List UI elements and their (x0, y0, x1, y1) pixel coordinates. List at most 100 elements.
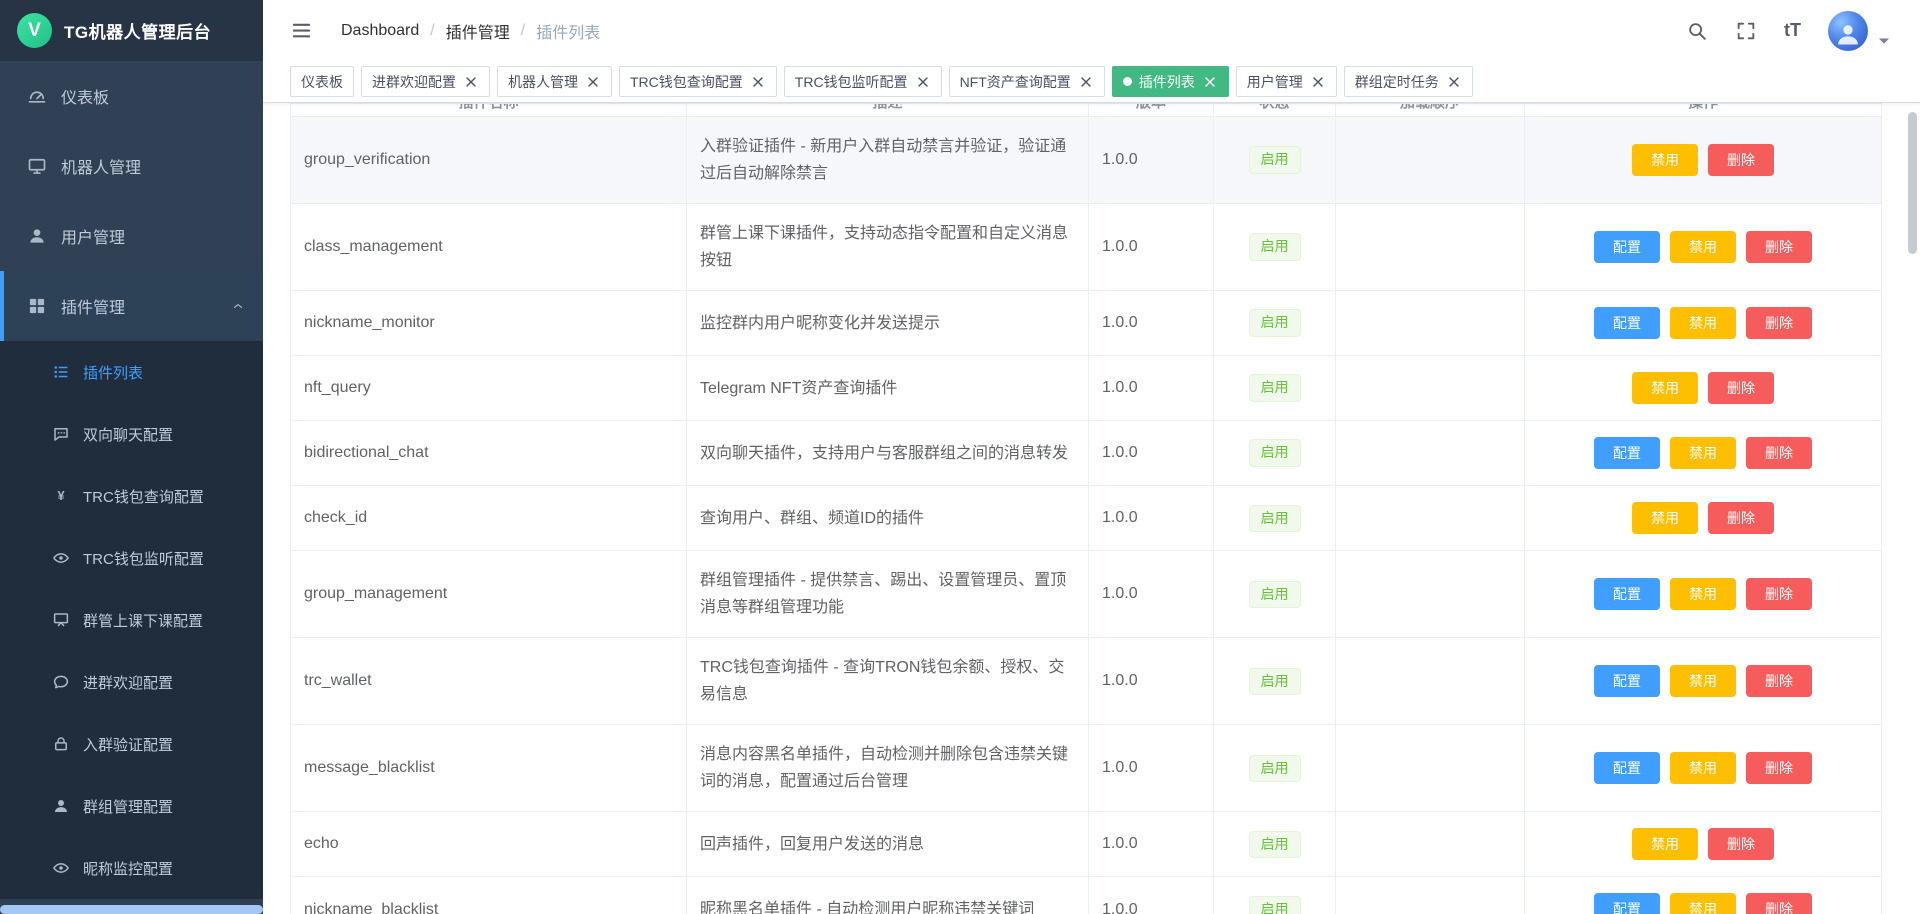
delete-button[interactable]: 删除 (1746, 578, 1812, 610)
disable-button[interactable]: 禁用 (1670, 437, 1736, 469)
sidebar-subitem-nickname-monitor-config[interactable]: 昵称监控配置 (0, 837, 263, 899)
plugin-order-cell (1336, 551, 1525, 638)
delete-button[interactable]: 删除 (1746, 437, 1812, 469)
app-logo[interactable]: V TG机器人管理后台 (0, 0, 263, 61)
sidebar-subitem-trc-wallet-monitor-config[interactable]: TRC钱包监听配置 (0, 527, 263, 589)
tab-nft-query-config[interactable]: NFT资产查询配置 (949, 66, 1105, 97)
sidebar: V TG机器人管理后台 仪表板机器人管理用户管理插件管理插件列表双向聊天配置¥T… (0, 0, 263, 914)
tab-welcome-config[interactable]: 进群欢迎配置 (361, 66, 490, 97)
plugin-order-cell (1336, 421, 1525, 486)
disable-button[interactable]: 禁用 (1670, 307, 1736, 339)
plugin-status-cell: 启用 (1214, 725, 1336, 812)
table-row-check_id: check_id查询用户、群组、频道ID的插件1.0.0启用禁用删除 (291, 486, 1882, 551)
status-badge: 启用 (1249, 755, 1301, 783)
sidebar-item-dashboard[interactable]: 仪表板 (0, 61, 263, 131)
close-icon[interactable] (750, 74, 766, 90)
plugin-actions-cell: 禁用删除 (1525, 117, 1882, 204)
tab-user-management[interactable]: 用户管理 (1236, 66, 1337, 97)
tab-trc-wallet-query-config[interactable]: TRC钱包查询配置 (619, 66, 777, 97)
board-icon (52, 611, 70, 629)
hamburger-icon[interactable] (290, 19, 313, 42)
configure-button[interactable]: 配置 (1594, 231, 1660, 263)
close-icon[interactable] (1446, 74, 1462, 90)
delete-button[interactable]: 删除 (1746, 231, 1812, 263)
disable-button[interactable]: 禁用 (1670, 578, 1736, 610)
sidebar-scrollbar-thumb[interactable] (0, 905, 263, 914)
table-row-bidirectional_chat: bidirectional_chat双向聊天插件，支持用户与客服群组之间的消息转… (291, 421, 1882, 486)
close-icon[interactable] (1078, 74, 1094, 90)
tab-robot-management[interactable]: 机器人管理 (497, 66, 612, 97)
delete-button[interactable]: 删除 (1746, 752, 1812, 784)
breadcrumb-item[interactable]: 插件管理 (446, 19, 510, 43)
font-size-icon[interactable]: tT (1784, 20, 1801, 41)
status-badge: 启用 (1249, 309, 1301, 337)
tab-label: 群组定时任务 (1355, 72, 1439, 92)
delete-button[interactable]: 删除 (1708, 144, 1774, 176)
disable-button[interactable]: 禁用 (1632, 502, 1698, 534)
plugin-desc-cell: 群组管理插件 - 提供禁言、踢出、设置管理员、置顶消息等群组管理功能 (687, 551, 1089, 638)
tab-group-cron[interactable]: 群组定时任务 (1344, 66, 1473, 97)
tab-dashboard[interactable]: 仪表板 (290, 66, 354, 97)
tab-trc-wallet-monitor-config[interactable]: TRC钱包监听配置 (784, 66, 942, 97)
delete-button[interactable]: 删除 (1746, 665, 1812, 697)
status-badge: 启用 (1249, 374, 1301, 402)
tab-label: 进群欢迎配置 (372, 72, 456, 92)
configure-button[interactable]: 配置 (1594, 893, 1660, 914)
delete-button[interactable]: 删除 (1746, 893, 1812, 914)
sidebar-subitem-class-management-config[interactable]: 群管上课下课配置 (0, 589, 263, 651)
sidebar-item-user-management[interactable]: 用户管理 (0, 201, 263, 271)
disable-button[interactable]: 禁用 (1632, 144, 1698, 176)
chevron-down-icon[interactable] (1878, 37, 1890, 46)
breadcrumb-separator: / (521, 22, 525, 40)
disable-button[interactable]: 禁用 (1670, 752, 1736, 784)
table-row-nft_query: nft_queryTelegram NFT资产查询插件1.0.0启用禁用删除 (291, 356, 1882, 421)
user-menu[interactable] (1828, 11, 1890, 51)
close-icon[interactable] (915, 74, 931, 90)
plugin-version-cell: 1.0.0 (1089, 291, 1214, 356)
plugin-table: 插件名称描述版本状态加载顺序操作group_verification入群验证插件… (290, 103, 1882, 914)
plugin-order-cell (1336, 486, 1525, 551)
sidebar-subitem-verification-config[interactable]: 入群验证配置 (0, 713, 263, 775)
bubble-icon (52, 673, 70, 691)
configure-button[interactable]: 配置 (1594, 437, 1660, 469)
configure-button[interactable]: 配置 (1594, 665, 1660, 697)
search-icon[interactable] (1686, 20, 1708, 42)
delete-button[interactable]: 删除 (1708, 502, 1774, 534)
disable-button[interactable]: 禁用 (1632, 372, 1698, 404)
configure-button[interactable]: 配置 (1594, 578, 1660, 610)
disable-button[interactable]: 禁用 (1670, 231, 1736, 263)
breadcrumb-item[interactable]: Dashboard (341, 22, 419, 40)
sidebar-subitem-group-management-config[interactable]: 群组管理配置 (0, 775, 263, 837)
close-icon[interactable] (463, 74, 479, 90)
sidebar-subitem-welcome-config[interactable]: 进群欢迎配置 (0, 651, 263, 713)
plugin-version-cell: 1.0.0 (1089, 421, 1214, 486)
plugin-version-cell: 1.0.0 (1089, 551, 1214, 638)
sidebar-item-plugin-management[interactable]: 插件管理 (0, 271, 263, 341)
configure-button[interactable]: 配置 (1594, 307, 1660, 339)
sidebar-item-robot-management[interactable]: 机器人管理 (0, 131, 263, 201)
delete-button[interactable]: 删除 (1746, 307, 1812, 339)
status-badge: 启用 (1249, 581, 1301, 609)
sidebar-subitem-plugin-list[interactable]: 插件列表 (0, 341, 263, 403)
close-icon[interactable] (1310, 74, 1326, 90)
active-tab-dot (1123, 77, 1132, 86)
page-scrollbar-thumb[interactable] (1908, 112, 1917, 254)
tab-plugin-list[interactable]: 插件列表 (1112, 66, 1229, 97)
disable-button[interactable]: 禁用 (1670, 665, 1736, 697)
plugin-status-cell: 启用 (1214, 421, 1336, 486)
disable-button[interactable]: 禁用 (1670, 893, 1736, 914)
close-icon[interactable] (1202, 74, 1218, 90)
configure-button[interactable]: 配置 (1594, 752, 1660, 784)
plugin-status-cell: 启用 (1214, 638, 1336, 725)
sidebar-subitem-trc-wallet-query-config[interactable]: ¥TRC钱包查询配置 (0, 465, 263, 527)
avatar[interactable] (1828, 11, 1868, 51)
delete-button[interactable]: 删除 (1708, 828, 1774, 860)
column-header-desc: 描述 (687, 104, 1089, 117)
delete-button[interactable]: 删除 (1708, 372, 1774, 404)
column-header-actions: 操作 (1525, 104, 1882, 117)
table-row-message_blacklist: message_blacklist消息内容黑名单插件，自动检测并删除包含违禁关键… (291, 725, 1882, 812)
sidebar-subitem-bidirectional-chat-config[interactable]: 双向聊天配置 (0, 403, 263, 465)
disable-button[interactable]: 禁用 (1632, 828, 1698, 860)
fullscreen-icon[interactable] (1735, 20, 1757, 42)
close-icon[interactable] (585, 74, 601, 90)
